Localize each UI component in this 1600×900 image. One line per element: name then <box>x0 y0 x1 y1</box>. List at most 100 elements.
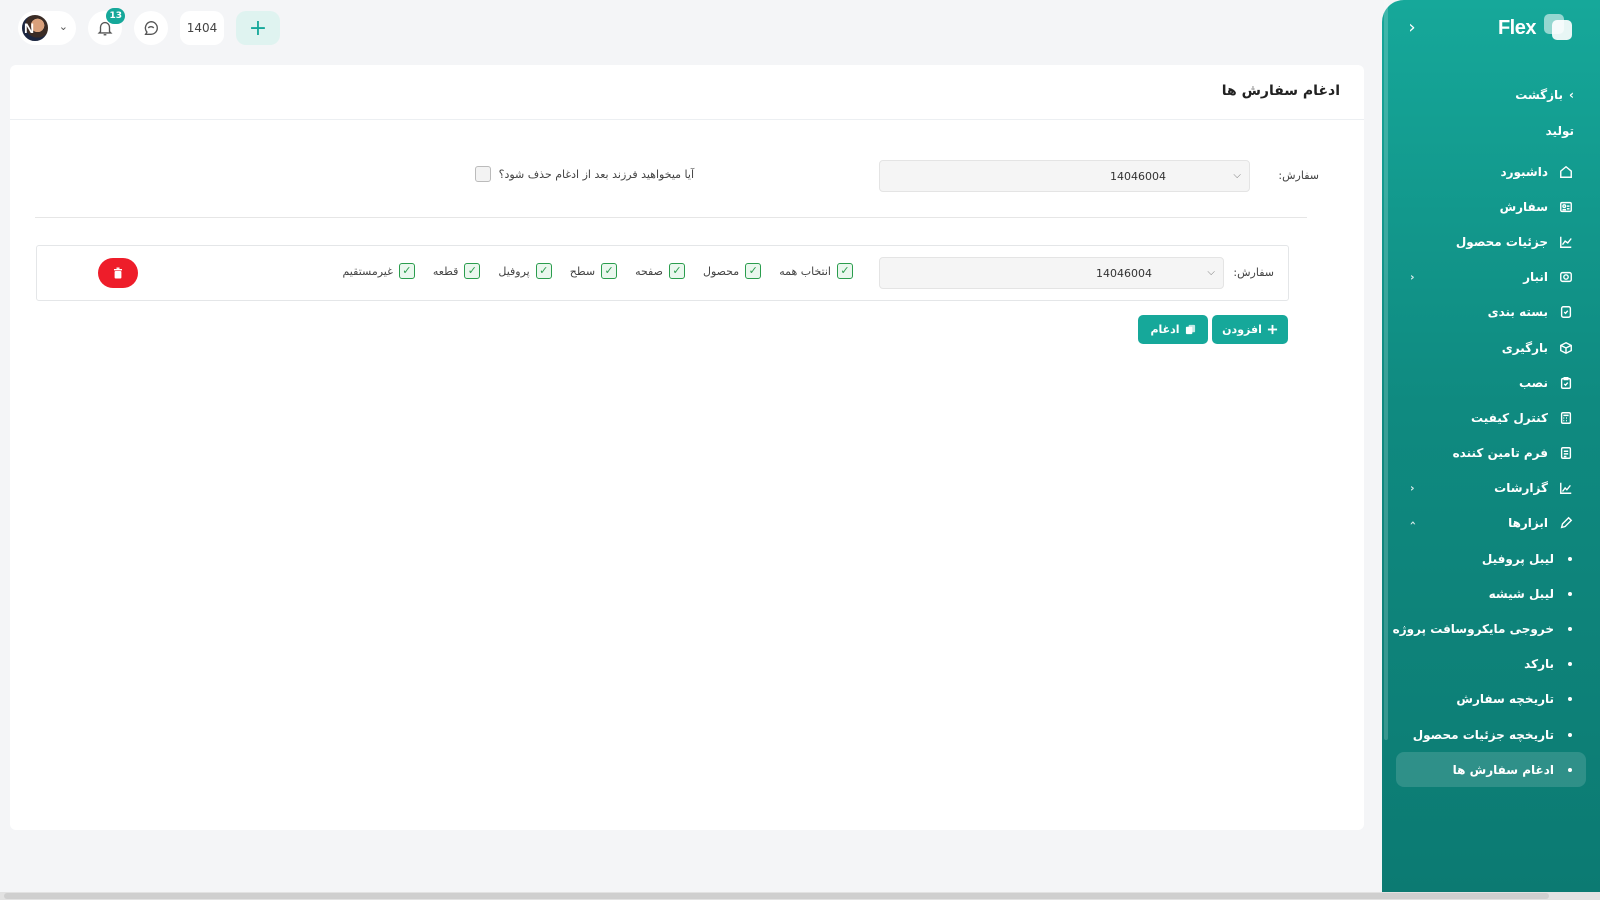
bullet-icon <box>1568 591 1572 596</box>
sidebar-subitem-label: تاریخچه جزئیات محصول <box>1412 727 1554 742</box>
logo-mark-icon <box>1544 14 1574 42</box>
bullet-icon <box>1568 767 1572 772</box>
sidebar-collapse-button[interactable]: ‹ <box>1402 18 1422 38</box>
calculator-icon <box>1558 410 1574 426</box>
sidebar-header: Flex ‹ <box>1382 12 1600 48</box>
plus-icon <box>1267 324 1277 335</box>
back-link[interactable]: › بازگشت <box>1515 88 1574 102</box>
sidebar-item-tools[interactable]: ابزارها ‹ <box>1382 506 1600 541</box>
chat-icon <box>144 21 158 35</box>
main-order-select[interactable]: ⌵ 14046004 <box>879 160 1250 192</box>
trend-icon <box>1558 480 1574 496</box>
sidebar-subitem-order-history[interactable]: تاریخچه سفارش <box>1382 682 1600 717</box>
sidebar: Flex ‹ › بازگشت تولید داشبورد سفارش جزئی… <box>1382 0 1600 900</box>
pencil-icon <box>1558 515 1574 531</box>
add-order-button[interactable]: افزودن <box>1212 315 1288 344</box>
merge-order-row: سفارش: ⌵ 14046004 ✓ انتخاب همه ✓ محصول ✓… <box>36 245 1289 301</box>
sidebar-item-loading[interactable]: بارگیری <box>1382 330 1600 365</box>
check-icon[interactable]: ✓ <box>464 263 481 279</box>
checkbox-select-all[interactable]: ✓ انتخاب همه <box>779 263 853 279</box>
sidebar-item-label: سفارش <box>1499 199 1548 214</box>
chevron-down-icon: ⌵ <box>1233 170 1241 181</box>
chevron-left-icon: ‹ <box>1410 481 1415 495</box>
quick-add-button[interactable]: + <box>236 11 280 45</box>
sidebar-item-dashboard[interactable]: داشبورد <box>1382 154 1600 189</box>
checkbox-profile[interactable]: ✓ پروفیل <box>498 263 552 279</box>
home-icon <box>1558 164 1574 180</box>
box-icon <box>1558 340 1574 356</box>
scrollbar-thumb[interactable] <box>4 893 1549 899</box>
merge-button[interactable]: ادغام <box>1138 315 1208 344</box>
id-card-icon <box>1558 199 1574 215</box>
checkbox-indirect[interactable]: ✓ غیرمستقیم <box>342 263 415 279</box>
chevron-down-icon: ‹ <box>1405 521 1419 526</box>
section-divider <box>35 217 1307 218</box>
sidebar-subitem-label: تاریخچه سفارش <box>1456 692 1554 707</box>
sidebar-subitem-label: بارکد <box>1524 657 1554 672</box>
sidebar-item-label: جزئیات محصول <box>1455 234 1548 249</box>
checkbox-product[interactable]: ✓ محصول <box>702 263 762 279</box>
messages-button[interactable] <box>134 11 168 45</box>
sidebar-item-supplier-form[interactable]: فرم تامین کننده <box>1382 436 1600 471</box>
sidebar-subitem-product-details-history[interactable]: تاریخچه جزئیات محصول <box>1382 717 1600 752</box>
checkbox-surface[interactable]: ✓ سطح <box>569 263 618 279</box>
sidebar-item-label: داشبورد <box>1500 164 1548 179</box>
chevron-down-icon: ⌄ <box>58 20 68 33</box>
sidebar-subitem-profile-label[interactable]: لیبل پروفیل <box>1382 541 1600 576</box>
sidebar-item-label: کنترل کیفیت <box>1471 410 1548 425</box>
checkbox-label: سطح <box>569 264 596 278</box>
check-icon[interactable]: ✓ <box>398 263 415 279</box>
check-icon[interactable]: ✓ <box>837 263 853 279</box>
sidebar-item-label: فرم تامین کننده <box>1452 446 1548 461</box>
sidebar-subitem-ms-project-export[interactable]: خروجی مایکروسافت پروژه <box>1382 611 1600 646</box>
sidebar-item-order[interactable]: سفارش <box>1382 189 1600 224</box>
checkbox-label: محصول <box>702 264 740 278</box>
delete-row-button[interactable] <box>98 258 138 288</box>
section-heading: تولید <box>1545 124 1574 138</box>
delete-child-option[interactable]: آیا میخواهید فرزند بعد از ادغام حذف شود؟ <box>474 166 694 182</box>
plus-icon: + <box>248 15 268 41</box>
check-icon[interactable]: ✓ <box>601 263 618 279</box>
delete-child-checkbox[interactable] <box>474 166 491 182</box>
checkbox-label: غیرمستقیم <box>342 264 393 278</box>
check-icon[interactable]: ✓ <box>668 263 685 279</box>
warehouse-icon <box>1558 269 1574 285</box>
back-label: بازگشت <box>1515 88 1564 102</box>
sidebar-item-label: ابزارها <box>1508 516 1548 531</box>
merge-button-label: ادغام <box>1150 323 1180 336</box>
brand-logo[interactable]: Flex <box>1498 14 1574 42</box>
check-icon[interactable]: ✓ <box>535 263 552 279</box>
user-menu[interactable]: N ⌄ <box>18 11 76 45</box>
merge-orders-card: ادغام سفارش ها سفارش: ⌵ 14046004 آیا میخ… <box>10 65 1364 830</box>
topbar: N ⌄ 13 1404 + <box>18 8 280 46</box>
checkbox-part[interactable]: ✓ قطعه <box>433 263 481 279</box>
sidebar-item-warehouse[interactable]: انبار ‹ <box>1382 260 1600 295</box>
sidebar-subitem-label: ادغام سفارش ها <box>1452 762 1554 777</box>
sidebar-subitem-merge-orders[interactable]: ادغام سفارش ها <box>1396 752 1586 788</box>
sidebar-item-installation[interactable]: نصب <box>1382 365 1600 400</box>
sidebar-item-quality-control[interactable]: کنترل کیفیت <box>1382 400 1600 435</box>
clipboard-check-icon <box>1558 375 1574 391</box>
form-icon <box>1558 445 1574 461</box>
chevron-left-icon: ‹ <box>1410 270 1415 284</box>
sidebar-item-label: بارگیری <box>1501 340 1548 355</box>
sidebar-subitem-label: لیبل پروفیل <box>1481 551 1554 566</box>
main-order-value: 14046004 <box>1110 169 1166 183</box>
avatar-initial: N <box>24 20 35 36</box>
sidebar-item-packaging[interactable]: بسته بندی <box>1382 295 1600 330</box>
check-icon[interactable]: ✓ <box>745 263 762 279</box>
horizontal-scrollbar[interactable] <box>0 892 1600 900</box>
year-selector[interactable]: 1404 <box>180 11 224 45</box>
sidebar-item-product-details[interactable]: جزئیات محصول <box>1382 224 1600 259</box>
bullet-icon <box>1568 627 1572 632</box>
copy-icon <box>1185 324 1195 335</box>
bullet-icon <box>1568 556 1572 561</box>
row-order-select[interactable]: ⌵ 14046004 <box>879 257 1224 289</box>
checkbox-page[interactable]: ✓ صفحه <box>635 263 685 279</box>
sidebar-subitem-glass-label[interactable]: لیبل شیشه <box>1382 576 1600 611</box>
sidebar-item-reports[interactable]: گزارشات ‹ <box>1382 471 1600 506</box>
checkbox-label: پروفیل <box>498 264 530 278</box>
notifications-button[interactable]: 13 <box>88 8 125 45</box>
sidebar-subitem-barcode[interactable]: بارکد <box>1382 647 1600 682</box>
brand-name: Flex <box>1497 16 1537 39</box>
